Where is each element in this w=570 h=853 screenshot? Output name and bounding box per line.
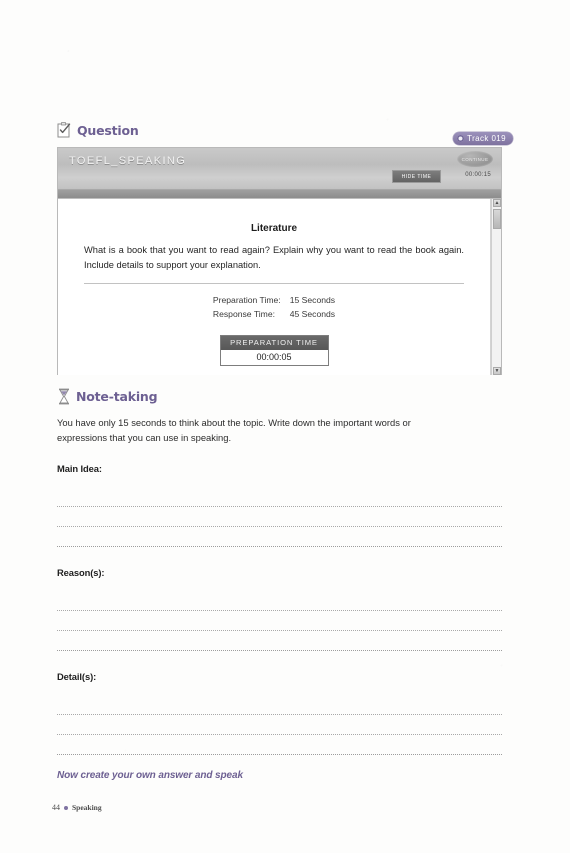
cd-dot-icon	[457, 135, 465, 142]
track-badge[interactable]: Track 019	[453, 132, 513, 145]
scrollbar-thumb[interactable]	[493, 209, 501, 229]
hourglass-icon	[57, 388, 71, 405]
notetaking-section-title: Note-taking	[76, 389, 158, 404]
continue-button[interactable]: CONTINUE	[457, 151, 493, 167]
note-line[interactable]	[57, 715, 502, 735]
window-sub-bar	[58, 190, 501, 199]
note-block-reasons: Reason(s):	[57, 567, 502, 651]
timing-table: Preparation Time: 15 Seconds Response Ti…	[213, 295, 335, 323]
question-section-heading: Question	[57, 122, 139, 138]
content-divider	[84, 283, 464, 284]
window-body: Literature What is a book that you want …	[58, 199, 501, 375]
clock-readout: 00:00:15	[465, 172, 491, 178]
response-time-value: 45 Seconds	[289, 309, 336, 319]
note-line[interactable]	[57, 507, 502, 527]
table-row: Response Time: 45 Seconds	[213, 309, 335, 323]
note-block-main-idea: Main Idea:	[57, 463, 502, 547]
bullet-icon	[64, 805, 68, 810]
question-prompt: What is a book that you want to read aga…	[84, 245, 464, 270]
note-block-details: Detail(s):	[57, 671, 502, 755]
prep-time-label: Preparation Time:	[212, 295, 281, 305]
page-footer: 44 Speaking	[52, 803, 102, 812]
note-block-label: Reason(s):	[57, 567, 105, 578]
question-content-area: Literature What is a book that you want …	[58, 199, 491, 375]
response-time-label: Response Time:	[212, 309, 275, 319]
preparation-timer-box: PREPARATION TIME 00:00:05	[219, 335, 329, 366]
prep-time-value: 15 Seconds	[289, 295, 336, 305]
track-label: Track 019	[467, 134, 506, 143]
scroll-up-arrow-icon[interactable]: ▲	[493, 199, 501, 207]
page-number: 44	[52, 803, 60, 812]
note-line[interactable]	[57, 591, 502, 611]
preparation-timer-label: PREPARATION TIME	[220, 336, 328, 350]
notetaking-section-heading: Note-taking	[57, 388, 158, 405]
question-topic: Literature	[250, 223, 298, 234]
window-title: TOEFL_SPEAKING	[69, 155, 187, 167]
window-header: TOEFL_SPEAKING CONTINUE HIDE TIME 00:00:…	[58, 148, 501, 190]
note-line[interactable]	[57, 487, 502, 507]
note-line[interactable]	[57, 611, 502, 631]
table-row: Preparation Time: 15 Seconds	[213, 295, 335, 309]
note-line[interactable]	[57, 735, 502, 755]
scroll-down-arrow-icon[interactable]: ▼	[493, 367, 501, 375]
notetaking-instructions: You have only 15 seconds to think about …	[57, 417, 411, 443]
hide-time-button[interactable]: HIDE TIME	[392, 170, 441, 183]
note-line[interactable]	[57, 527, 502, 547]
note-line[interactable]	[57, 695, 502, 715]
preparation-timer-value: 00:00:05	[220, 350, 328, 365]
scrollbar-track[interactable]: ▲ ▼	[492, 199, 501, 375]
clipboard-check-icon	[57, 122, 72, 138]
closing-note: Now create your own answer and speak	[57, 770, 243, 781]
note-line[interactable]	[57, 631, 502, 651]
toefl-speaking-window: TOEFL_SPEAKING CONTINUE HIDE TIME 00:00:…	[57, 147, 502, 375]
note-block-label: Main Idea:	[57, 463, 102, 474]
footer-section-name: Speaking	[72, 803, 102, 812]
window-scrollbar[interactable]: ▲ ▼	[491, 199, 501, 375]
question-section-title: Question	[77, 122, 139, 138]
note-block-label: Detail(s):	[57, 671, 97, 682]
